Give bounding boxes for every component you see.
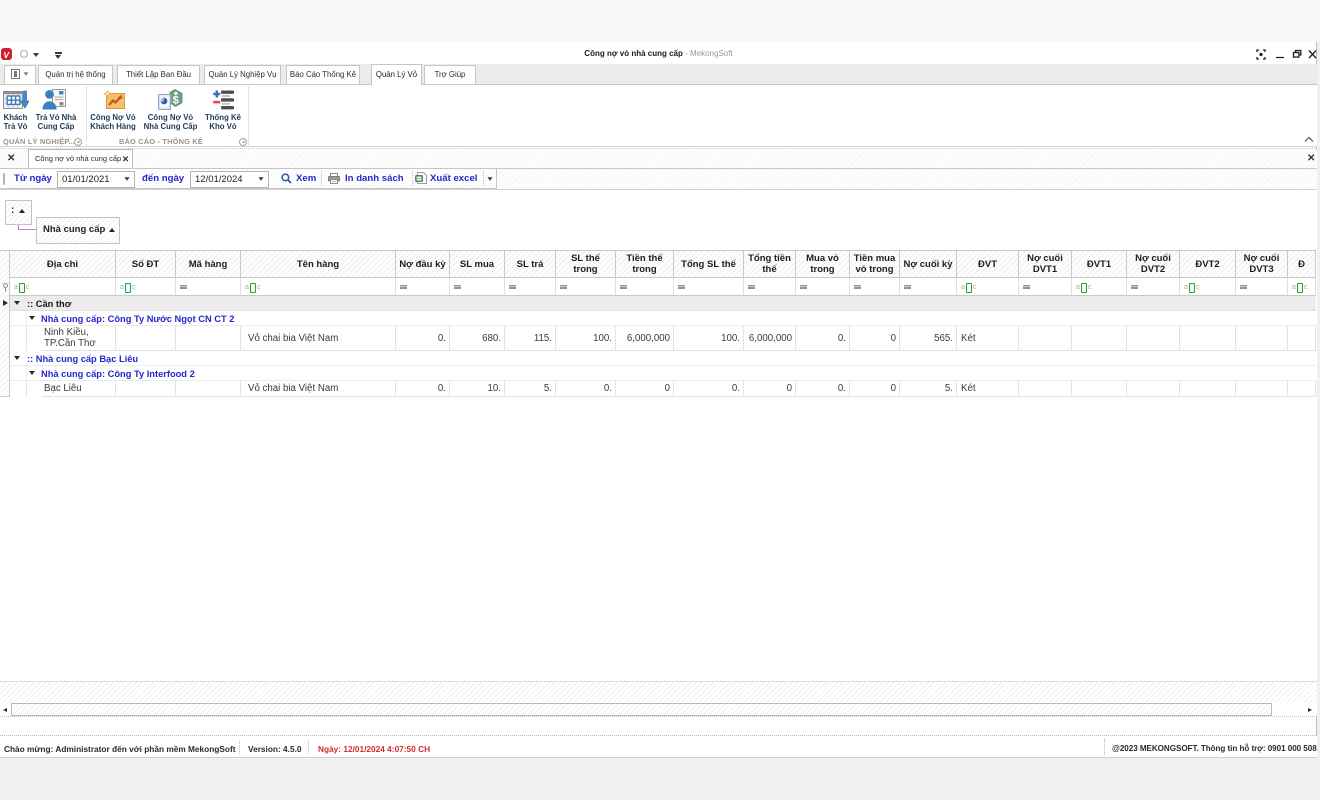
svg-text:$: $ [173,95,179,107]
